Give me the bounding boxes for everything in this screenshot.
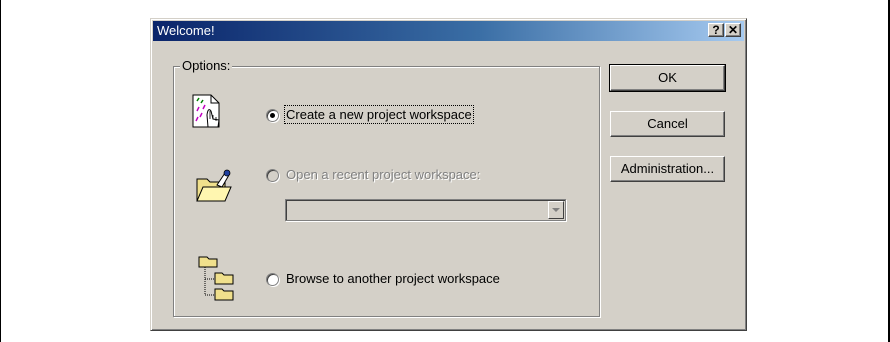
cancel-button[interactable]: Cancel <box>610 111 725 137</box>
options-group-label: Options: <box>180 58 233 73</box>
title-bar[interactable]: Welcome! ? ✕ <box>153 21 744 41</box>
radio-selected-dot <box>270 113 275 118</box>
chevron-down-icon <box>552 208 560 212</box>
browse-workspace-label[interactable]: Browse to another project workspace <box>286 271 500 286</box>
browse-workspace-radio[interactable] <box>266 273 279 286</box>
close-button[interactable]: ✕ <box>725 23 741 37</box>
welcome-dialog: Welcome! ? ✕ Options: Create a new proje… <box>150 18 747 331</box>
administration-button[interactable]: Administration... <box>610 156 725 182</box>
create-new-workspace-radio[interactable] <box>266 109 279 122</box>
new-workspace-icon <box>192 94 220 128</box>
screen-edge-left <box>0 0 1 342</box>
combo-dropdown-button[interactable] <box>548 201 564 219</box>
window-title: Welcome! <box>157 23 215 38</box>
folder-tree-icon <box>198 256 234 301</box>
open-recent-workspace-radio[interactable] <box>266 169 279 182</box>
open-recent-workspace-label[interactable]: Open a recent project workspace: <box>286 167 480 182</box>
help-button[interactable]: ? <box>708 23 724 37</box>
create-new-workspace-label[interactable]: Create a new project workspace <box>284 105 474 124</box>
recent-workspace-combo[interactable] <box>285 199 566 221</box>
ok-button[interactable]: OK <box>609 64 726 92</box>
open-folder-icon <box>196 169 232 202</box>
